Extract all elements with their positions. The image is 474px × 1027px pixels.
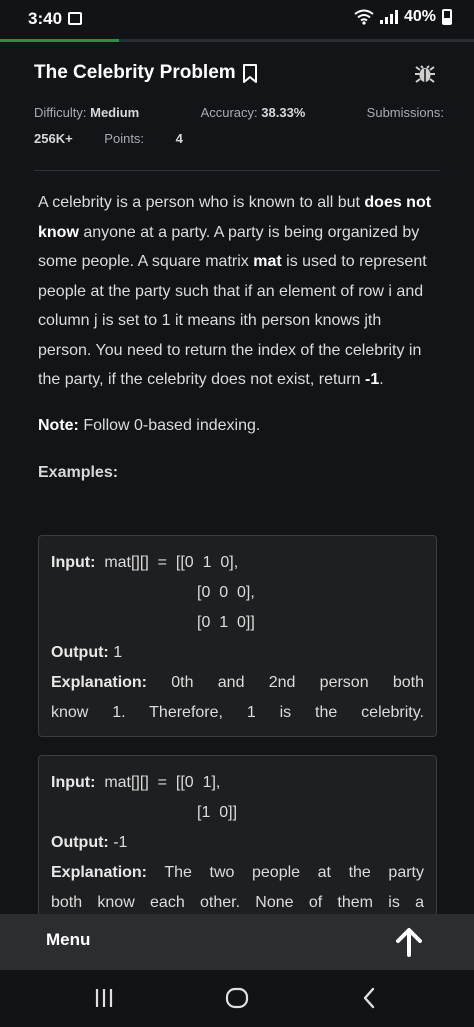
status-bar: 3:40 40% [0, 0, 474, 38]
page-progress-bar [0, 39, 474, 42]
examples-heading: Examples: [38, 464, 119, 481]
system-nav-bar [0, 970, 474, 1027]
status-right: 40% [354, 8, 452, 26]
page-title: The Celebrity Problem [34, 62, 236, 83]
example-explanation-line: know 1. Therefore, 1 is the celebrity. [51, 704, 424, 721]
example-input-line: [0 0 0], [197, 584, 255, 601]
battery-percent: 40% [403, 8, 436, 25]
recents-icon[interactable] [92, 986, 116, 1010]
example-explanation: Explanation: The two people at the party [51, 864, 424, 881]
wifi-icon [354, 9, 374, 25]
problem-note: Note: Follow 0-based indexing. [38, 416, 261, 434]
difficulty-info: Difficulty: Medium [34, 105, 140, 120]
divider [34, 170, 440, 171]
example-output: Output: -1 [51, 834, 128, 851]
problem-header: The Celebrity Problem [34, 60, 444, 88]
bookmark-icon[interactable] [242, 64, 258, 84]
accuracy-info: Accuracy: 38.33% [200, 105, 306, 120]
signal-icon [379, 10, 398, 24]
image-notification-icon [68, 12, 82, 25]
page-progress-fill [0, 39, 119, 42]
problem-statement: A celebrity is a person who is known to … [38, 188, 438, 488]
problem-description: A celebrity is a person who is known to … [38, 194, 432, 388]
example-input: Input: mat[][] = [[0 1], [51, 774, 221, 791]
back-icon[interactable] [358, 986, 382, 1010]
submissions-value: 256K+ [34, 131, 73, 146]
status-time: 3:40 [28, 9, 63, 28]
example-box-1: Input: mat[][] = [[0 1 0], [0 0 0], [0 1… [38, 535, 437, 737]
problem-meta: Difficulty: Medium Accuracy: 38.33% Subm… [34, 100, 444, 152]
example-output: Output: 1 [51, 644, 123, 661]
scroll-to-top-icon[interactable] [394, 926, 424, 958]
example-input-line: [1 0]] [197, 804, 238, 821]
home-icon[interactable] [225, 986, 249, 1010]
example-input-line: [0 1 0]] [197, 614, 255, 631]
battery-icon [442, 9, 452, 25]
menu-button[interactable]: Menu [46, 930, 90, 950]
bug-report-icon[interactable] [414, 62, 436, 84]
submissions-label: Submissions: [366, 105, 444, 120]
example-explanation: Explanation: 0th and 2nd person both [51, 674, 424, 691]
bottom-menu-bar: Menu [0, 914, 474, 970]
points-info: Points: 4 [104, 131, 183, 146]
example-input: Input: mat[][] = [[0 1 0], [51, 554, 239, 571]
